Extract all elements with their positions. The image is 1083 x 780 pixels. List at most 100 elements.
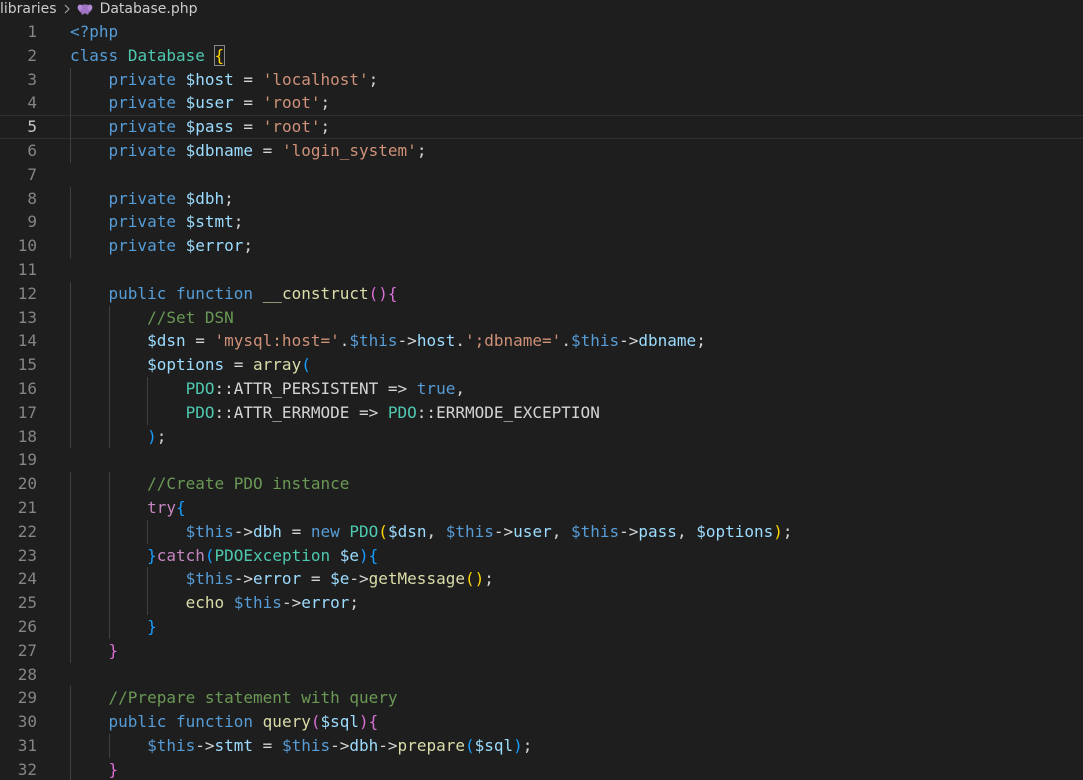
line-number[interactable]: 16 xyxy=(0,377,37,401)
code-token: $dbh xyxy=(185,188,225,208)
code-line[interactable]: 21 try{ xyxy=(0,496,1083,520)
indent-guide xyxy=(70,186,71,211)
code-token: = xyxy=(253,141,282,160)
code-line[interactable]: 2 class Database { xyxy=(0,44,1083,68)
code-line[interactable]: 30 public function query($sql){ xyxy=(0,710,1083,734)
code-token: { xyxy=(368,712,379,732)
code-text: private $stmt; xyxy=(109,210,244,234)
code-line[interactable]: 31 $this->stmt = $this->dbh->prepare($sql… xyxy=(0,734,1083,758)
line-number[interactable]: 8 xyxy=(0,187,37,211)
code-text: private $host = 'localhost'; xyxy=(109,68,379,92)
code-token: error xyxy=(301,593,350,613)
line-number[interactable]: 7 xyxy=(0,163,37,187)
code-line[interactable]: 23}catch(PDOException $e){ xyxy=(0,544,1083,568)
line-number[interactable]: 24 xyxy=(0,567,37,591)
indent-guide xyxy=(108,305,110,330)
breadcrumb-folder[interactable]: libraries xyxy=(0,1,57,17)
line-number[interactable]: 32 xyxy=(0,758,37,780)
code-token: ; xyxy=(696,331,706,351)
code-text: $dsn = 'mysql:host='.$this->host.';dbnam… xyxy=(147,329,706,353)
code-line[interactable]: 27} xyxy=(0,639,1083,663)
code-line[interactable]: 9 private $stmt; xyxy=(0,210,1083,234)
line-number[interactable]: 3 xyxy=(0,68,37,92)
code-line[interactable]: 24 $this->error = $e->getMessage(); xyxy=(0,567,1083,591)
code-editor[interactable]: 1 <?php 2 class Database { 3 private $host = … xyxy=(0,20,1083,780)
code-line[interactable]: 17 PDO::ATTR_ERRMODE => PDO::ERRMODE_EXCE… xyxy=(0,401,1083,425)
line-number[interactable]: 17 xyxy=(0,401,37,425)
code-token: error xyxy=(253,569,302,589)
line-number[interactable]: 11 xyxy=(0,258,37,282)
line-number[interactable]: 1 xyxy=(0,20,37,44)
code-token: -> xyxy=(619,331,639,351)
code-line[interactable]: 25 echo $this->error; xyxy=(0,591,1083,615)
indent-guide xyxy=(108,424,110,449)
code-token: $sql xyxy=(474,736,514,755)
line-number[interactable]: 14 xyxy=(0,329,37,353)
line-number[interactable]: 28 xyxy=(0,663,37,687)
line-number[interactable]: 18 xyxy=(0,425,37,449)
line-number[interactable]: 20 xyxy=(0,472,37,496)
line-number[interactable]: 5 xyxy=(0,115,37,139)
code-line[interactable]: 15 $options = array( xyxy=(0,353,1083,377)
code-line[interactable]: 32} xyxy=(0,758,1083,780)
line-number[interactable]: 30 xyxy=(0,710,37,734)
indent-guide xyxy=(147,567,149,592)
code-token: 'login_system' xyxy=(281,141,417,160)
code-token: ; xyxy=(782,521,793,541)
code-line[interactable]: 6 private $dbname = 'login_system'; xyxy=(0,139,1083,163)
code-line[interactable]: 11 xyxy=(0,258,1083,282)
code-line[interactable]: 1 <?php xyxy=(0,20,1083,44)
code-line[interactable]: 12 public function __construct(){ xyxy=(0,282,1083,306)
line-number[interactable]: 26 xyxy=(0,615,37,639)
code-token: $this xyxy=(185,569,234,589)
line-number[interactable]: 21 xyxy=(0,496,37,520)
line-number[interactable]: 27 xyxy=(0,639,37,663)
line-number[interactable]: 6 xyxy=(0,139,37,163)
code-line[interactable]: 29 //Prepare statement with query xyxy=(0,686,1083,710)
line-number[interactable]: 29 xyxy=(0,686,37,710)
code-token: pass xyxy=(638,521,677,541)
line-number[interactable]: 2 xyxy=(0,44,37,68)
line-number[interactable]: 15 xyxy=(0,353,37,377)
line-number[interactable]: 9 xyxy=(0,210,37,234)
code-line[interactable]: 26} xyxy=(0,615,1083,639)
code-line[interactable]: 10 private $error; xyxy=(0,234,1083,258)
line-number[interactable]: 12 xyxy=(0,282,37,306)
code-token: $this xyxy=(147,736,196,755)
line-number[interactable]: 23 xyxy=(0,544,37,568)
line-number[interactable]: 19 xyxy=(0,448,37,472)
indent-guide xyxy=(147,400,149,425)
line-number[interactable]: 25 xyxy=(0,591,37,615)
code-line[interactable]: 16 PDO::ATTR_PERSISTENT => true, xyxy=(0,377,1083,401)
code-line[interactable]: 5 private $pass = 'root'; xyxy=(0,115,1083,139)
line-number[interactable]: 22 xyxy=(0,520,37,544)
code-token: dbh xyxy=(349,736,379,755)
line-number[interactable]: 10 xyxy=(0,234,37,258)
code-line[interactable]: 8 private $dbh; xyxy=(0,187,1083,211)
code-text: class Database { xyxy=(70,44,226,68)
code-token: 'root' xyxy=(262,117,321,137)
code-line[interactable]: 13 //Set DSN xyxy=(0,306,1083,330)
indent-guide xyxy=(108,591,110,615)
code-line[interactable]: 3 private $host = 'localhost'; xyxy=(0,68,1083,92)
breadcrumb-file[interactable]: Database.php xyxy=(100,1,198,17)
code-line[interactable]: 7 xyxy=(0,163,1083,187)
code-token: ::ATTR_ERRMODE => xyxy=(214,402,388,422)
code-token: $stmt xyxy=(185,212,234,232)
code-line[interactable]: 20 //Create PDO instance xyxy=(0,472,1083,496)
code-token: public xyxy=(108,712,167,732)
code-line[interactable]: 14 $dsn = 'mysql:host='.$this->host.';dbn… xyxy=(0,329,1083,353)
code-line[interactable]: 28 xyxy=(0,663,1083,687)
line-number[interactable]: 4 xyxy=(0,91,37,115)
code-line[interactable]: 19 xyxy=(0,448,1083,472)
line-number[interactable]: 31 xyxy=(0,734,37,758)
code-token: prepare xyxy=(397,736,465,755)
code-line[interactable]: 4 private $user = 'root'; xyxy=(0,91,1083,115)
indent-guide xyxy=(108,734,110,758)
code-token: $options xyxy=(147,355,225,375)
code-token: -> xyxy=(619,521,639,541)
code-line[interactable]: 18); xyxy=(0,425,1083,449)
code-line[interactable]: 22 $this->dbh = new PDO($dsn, $this->user… xyxy=(0,520,1083,544)
line-number[interactable]: 13 xyxy=(0,306,37,330)
